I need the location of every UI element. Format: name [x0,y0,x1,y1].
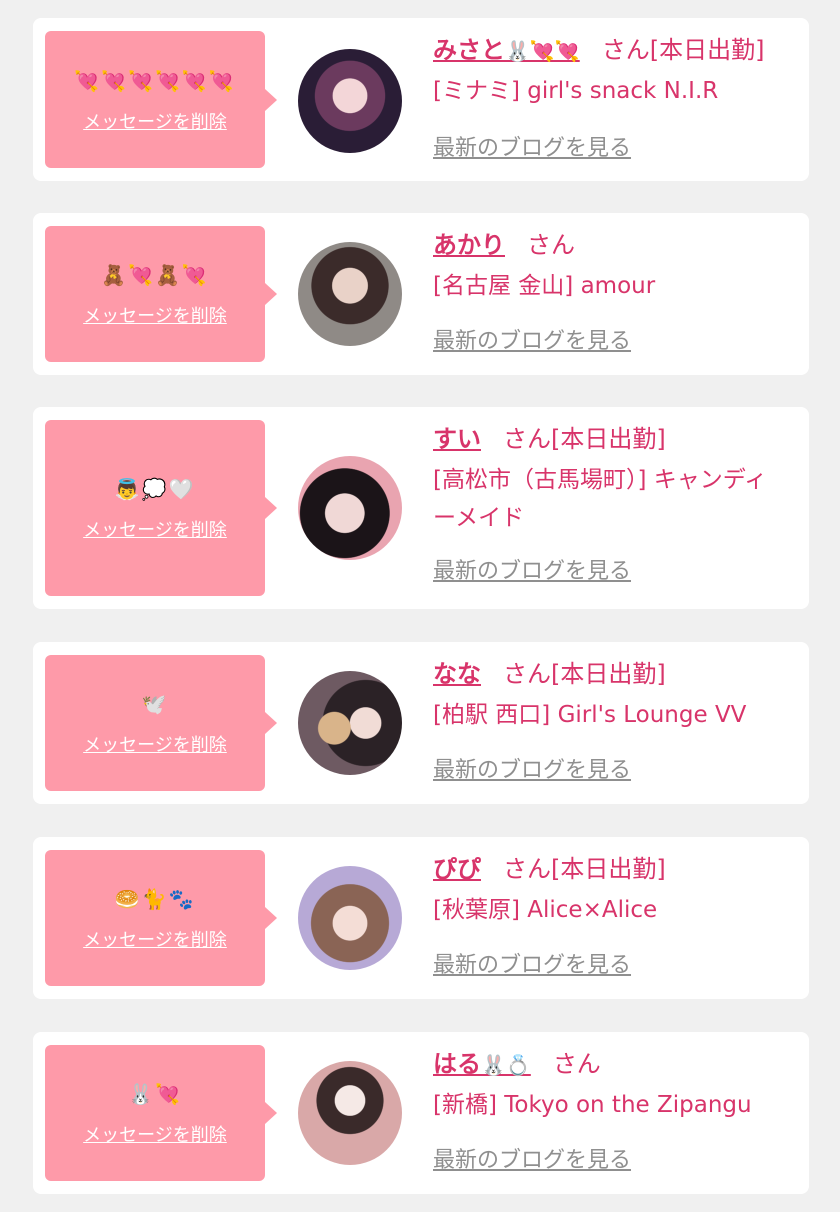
message-bubble: 🧸💘🧸💘 メッセージを削除 [45,226,277,362]
latest-blog-link[interactable]: 最新のブログを見る [433,752,631,784]
girl-name-link[interactable]: あかり [433,231,505,259]
name-suffix: さん[本日出勤] [601,36,765,64]
message-emoji: 🐰💘 [128,1082,182,1106]
avatar[interactable] [298,671,402,775]
delete-message-link[interactable]: メッセージを削除 [83,108,227,134]
delete-message-link[interactable]: メッセージを削除 [83,1121,227,1147]
message-emoji: 🥯🐈🐾 [114,887,196,911]
girl-name-link[interactable]: すい [433,425,481,453]
message-card: 🧸💘🧸💘 メッセージを削除 あかり さん [名古屋 金山] amour 最新のブロ… [33,213,809,375]
name-emoji: 🐰💍 [481,1053,531,1077]
message-card: 💘💘💘💘💘💘 メッセージを削除 みさと🐰💘💘 さん[本日出勤] [ミナミ] gir… [33,18,809,181]
avatar[interactable] [298,49,402,153]
message-card: 🐰💘 メッセージを削除 はる🐰💍 さん [新橋] Tokyo on the Zip… [33,1032,809,1194]
avatar[interactable] [298,456,402,560]
message-bubble: 🕊️ メッセージを削除 [45,655,277,791]
shop-name: [高松市（古馬場町）] キャンディーメイド [433,467,768,531]
shop-name: [秋葉原] Alice×Alice [433,897,658,923]
message-emoji: 💘💘💘💘💘💘 [74,68,236,93]
shop-name: [ミナミ] girl's snack N.I.R [433,78,719,104]
message-card: 🕊️ メッセージを削除 なな さん[本日出勤] [柏駅 西口] Girl's Lo… [33,642,809,804]
latest-blog-link[interactable]: 最新のブログを見る [433,553,631,585]
message-bubble: 🐰💘 メッセージを削除 [45,1045,277,1181]
latest-blog-link[interactable]: 最新のブログを見る [433,323,631,355]
girl-name-link[interactable]: はる🐰💍 [433,1050,531,1078]
message-card: 🥯🐈🐾 メッセージを削除 ぴぴ さん[本日出勤] [秋葉原] Alice×Alic… [33,837,809,999]
message-emoji: 👼💭🤍 [114,477,196,501]
name-suffix: さん[本日出勤] [503,855,666,883]
avatar[interactable] [298,1061,402,1165]
girl-name-link[interactable]: なな [433,660,481,688]
delete-message-link[interactable]: メッセージを削除 [83,302,227,328]
avatar[interactable] [298,242,402,346]
message-bubble: 👼💭🤍 メッセージを削除 [45,420,277,596]
name-suffix: さん[本日出勤] [503,660,666,688]
latest-blog-link[interactable]: 最新のブログを見る [433,947,631,979]
message-emoji: 🧸💘🧸💘 [101,263,209,287]
message-bubble: 💘💘💘💘💘💘 メッセージを削除 [45,31,277,168]
delete-message-link[interactable]: メッセージを削除 [83,731,227,757]
girl-name-link[interactable]: ぴぴ [433,855,481,883]
avatar[interactable] [298,866,402,970]
shop-name: [新橋] Tokyo on the Zipangu [433,1092,752,1118]
message-emoji: 🕊️ [141,692,169,716]
name-emoji: 🐰💘💘 [505,39,580,63]
name-suffix: さん [552,1050,601,1078]
latest-blog-link[interactable]: 最新のブログを見る [433,1142,631,1174]
shop-name: [名古屋 金山] amour [433,273,656,299]
delete-message-link[interactable]: メッセージを削除 [83,926,227,952]
shop-name: [柏駅 西口] Girl's Lounge VV [433,702,747,728]
delete-message-link[interactable]: メッセージを削除 [83,516,227,542]
name-suffix: さん [527,231,575,259]
message-list: 💘💘💘💘💘💘 メッセージを削除 みさと🐰💘💘 さん[本日出勤] [ミナミ] gir… [0,0,840,1212]
girl-name-link[interactable]: みさと🐰💘💘 [433,36,580,64]
name-suffix: さん[本日出勤] [503,425,666,453]
message-bubble: 🥯🐈🐾 メッセージを削除 [45,850,277,986]
message-card: 👼💭🤍 メッセージを削除 すい さん[本日出勤] [高松市（古馬場町）] キャンデ… [33,407,809,609]
latest-blog-link[interactable]: 最新のブログを見る [433,130,631,162]
